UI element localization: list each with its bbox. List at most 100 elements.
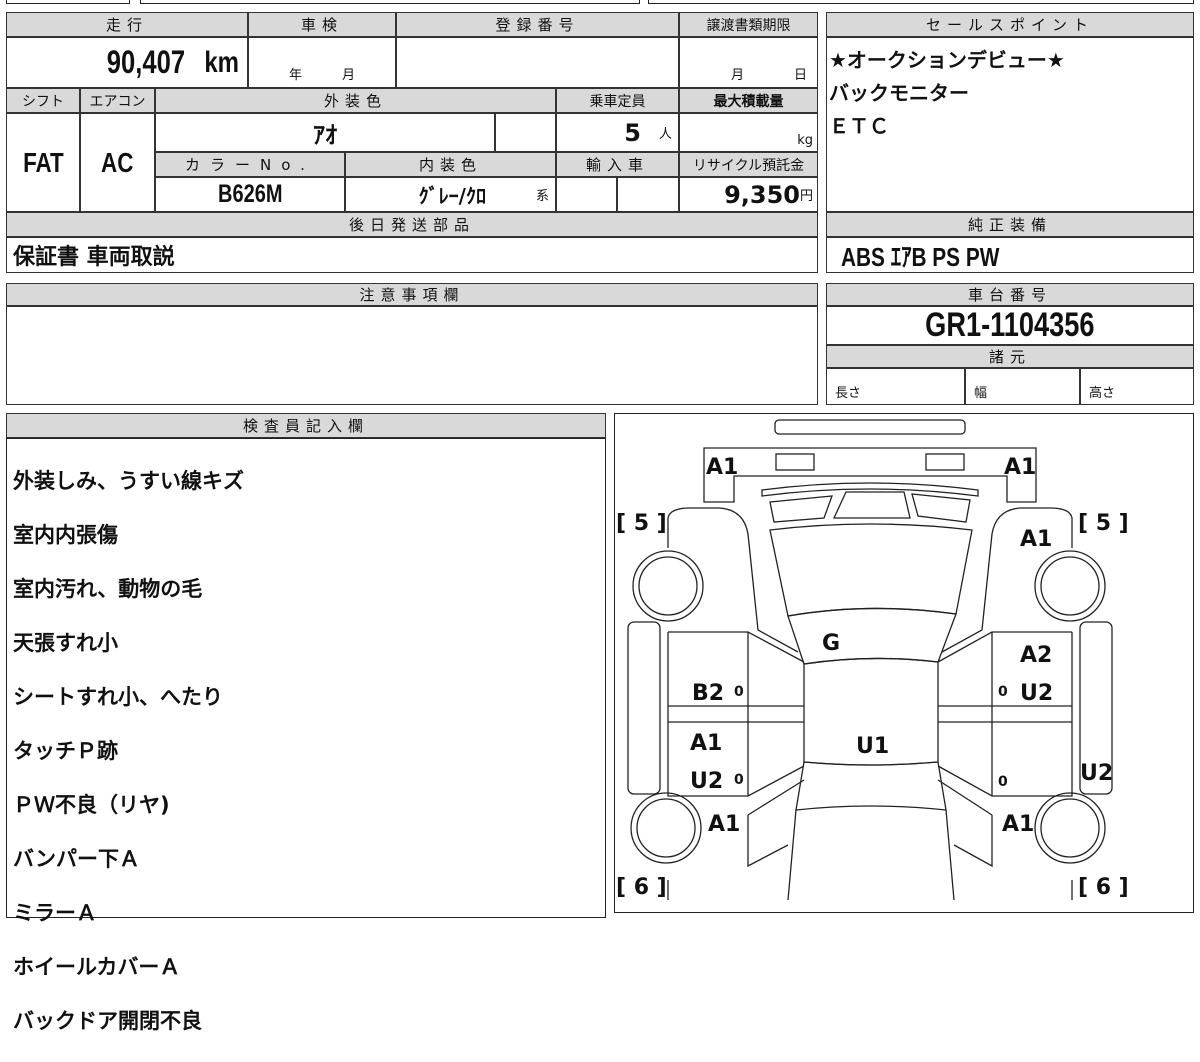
inspector-line: 天張すれ小 xyxy=(13,631,118,655)
rear-windows xyxy=(769,491,971,523)
color-no-value: B626M xyxy=(155,177,345,212)
import-value-2 xyxy=(617,177,679,212)
recycle-label: リサイクル預託金 xyxy=(679,152,818,177)
inspector-line: 室内内張傷 xyxy=(13,523,118,547)
top-cell xyxy=(6,0,130,4)
color-no-label: カラーNo. xyxy=(155,152,345,177)
interior-color-text: ｸﾞﾚｰ/ｸﾛ xyxy=(418,184,486,208)
inspector-line: タッチＰ跡 xyxy=(13,739,118,763)
shift-text: FAT xyxy=(22,146,64,178)
mileage-label: 走行 xyxy=(6,12,248,37)
interior-color-value: ｸﾞﾚｰ/ｸﾛ 系 xyxy=(345,177,556,212)
equipment-value: ABS ｴｱB PS PW xyxy=(826,237,1194,273)
inspector-line: 室内汚れ、動物の毛 xyxy=(13,577,203,601)
roof-spoiler xyxy=(774,419,966,435)
damage-mark: 0 xyxy=(998,684,1008,700)
specs-label: 諸元 xyxy=(826,345,1194,368)
interior-color-label: 内装色 xyxy=(345,152,556,177)
side-step-left xyxy=(627,621,661,795)
exterior-color-value: ｱｵ xyxy=(155,113,495,152)
damage-mark: U1 xyxy=(856,734,889,759)
damage-mark: A1 xyxy=(1020,527,1052,552)
month-unit: 月 xyxy=(342,68,356,83)
inspector-line: ミラーＡ xyxy=(13,901,97,925)
inspector-line: バックドア開閉不良 xyxy=(13,1009,202,1033)
rear-lamp-right xyxy=(925,453,965,471)
quarter-lines xyxy=(668,631,1072,663)
front-corners xyxy=(667,880,1073,900)
damage-mark: U2 xyxy=(1020,681,1053,706)
wheel-front-left xyxy=(630,792,702,864)
registration-value xyxy=(396,37,679,88)
inspector-label: 検査員記入欄 xyxy=(6,413,606,438)
car-damage-diagram: A1 A1 [ 5 ] [ 5 ] A1 G B2 0 A2 0 U2 A1 U… xyxy=(616,419,1129,900)
damage-mark: [ 5 ] xyxy=(1078,511,1129,536)
later-parts-value: 保証書 車両取説 xyxy=(6,237,818,273)
damage-mark: [ 6 ] xyxy=(1078,875,1129,900)
equipment-text: ABS ｴｱB PS PW xyxy=(841,241,1000,272)
chassis-value: GR1-1104356 xyxy=(826,306,1194,345)
max-load-value: kg xyxy=(679,113,818,152)
windshield-top xyxy=(795,761,947,811)
damage-mark: G xyxy=(822,631,840,656)
specs-height: 高さ xyxy=(1080,368,1194,405)
exterior-color-extra xyxy=(495,113,556,152)
year-unit: 年 xyxy=(288,68,302,83)
damage-mark: [ 6 ] xyxy=(616,875,667,900)
aircon-label: エアコン xyxy=(80,88,155,113)
damage-mark: A1 xyxy=(708,812,740,837)
wheel-front-right-inner xyxy=(1040,798,1100,858)
inspector-notes: 外装しみ、うすい線キズ 室内内張傷 室内汚れ、動物の毛 天張すれ小 シートすれ小… xyxy=(13,441,244,1062)
wheel-rear-left xyxy=(632,550,704,622)
max-load-label: 最大積載量 xyxy=(679,88,818,113)
damage-mark: [ 5 ] xyxy=(616,511,667,536)
sales-points-box: ★オークションデビュー★ バックモニター ＥＴＣ xyxy=(826,37,1194,212)
day-unit: 日 xyxy=(793,68,807,83)
aircon-value: AC xyxy=(80,113,155,212)
notes-value xyxy=(6,306,818,405)
inspector-box: 外装しみ、うすい線キズ 室内内張傷 室内汚れ、動物の毛 天張すれ小 シートすれ小… xyxy=(6,438,606,1033)
damage-mark: A1 xyxy=(706,455,738,480)
damage-mark: A1 xyxy=(690,731,722,756)
damage-mark: A2 xyxy=(1020,643,1052,668)
exterior-color-label: 外装色 xyxy=(155,88,556,113)
import-value-1 xyxy=(556,177,617,212)
mileage-number: 90,407 xyxy=(106,44,185,80)
hood xyxy=(787,809,955,900)
capacity-value: 5人 xyxy=(556,113,679,152)
inspector-line: ホイールカバーＡ xyxy=(13,955,181,979)
damage-mark: B2 xyxy=(692,681,724,706)
capacity-label: 乗車定員 xyxy=(556,88,679,113)
wheel-front-right xyxy=(1034,792,1106,864)
sales-point-line: バックモニター xyxy=(829,81,969,105)
wheel-rear-right xyxy=(1034,550,1106,622)
inspector-line: シートすれ小、へたり xyxy=(13,685,223,709)
capacity-number: 5 xyxy=(624,118,641,147)
notes-label: 注意事項欄 xyxy=(6,283,818,306)
damage-mark: A1 xyxy=(1004,455,1036,480)
damage-mark: 0 xyxy=(734,684,744,700)
damage-mark: 0 xyxy=(734,772,744,788)
doors xyxy=(667,632,1073,797)
specs-length: 長さ xyxy=(826,368,965,405)
transfer-deadline-label: 譲渡書類期限 xyxy=(679,12,818,37)
top-cell xyxy=(140,0,640,4)
shaken-label: 車検 xyxy=(248,12,396,37)
shift-value: FAT xyxy=(6,113,80,212)
rear-glass-trim xyxy=(761,482,979,497)
interior-color-suffix: 系 xyxy=(535,189,549,204)
shift-label: シフト xyxy=(6,88,80,113)
color-no-text: B626M xyxy=(217,180,283,208)
sales-point-line: ★オークションデビュー★ xyxy=(829,48,1065,72)
sales-points-label: セールスポイント xyxy=(826,12,1194,37)
recycle-value: 9,350 円 xyxy=(679,177,818,212)
damage-mark: U2 xyxy=(690,769,723,794)
rear-fenders xyxy=(667,507,1073,653)
top-cell xyxy=(648,0,1194,4)
inspector-line: バンパー下Ａ xyxy=(13,847,141,871)
mileage-unit: km xyxy=(203,45,239,79)
transfer-deadline-value: 月日 xyxy=(679,37,818,88)
wheel-rear-left-inner xyxy=(638,556,698,616)
import-label: 輸入車 xyxy=(556,152,679,177)
inspector-line: 外装しみ、うすい線キズ xyxy=(13,469,244,493)
